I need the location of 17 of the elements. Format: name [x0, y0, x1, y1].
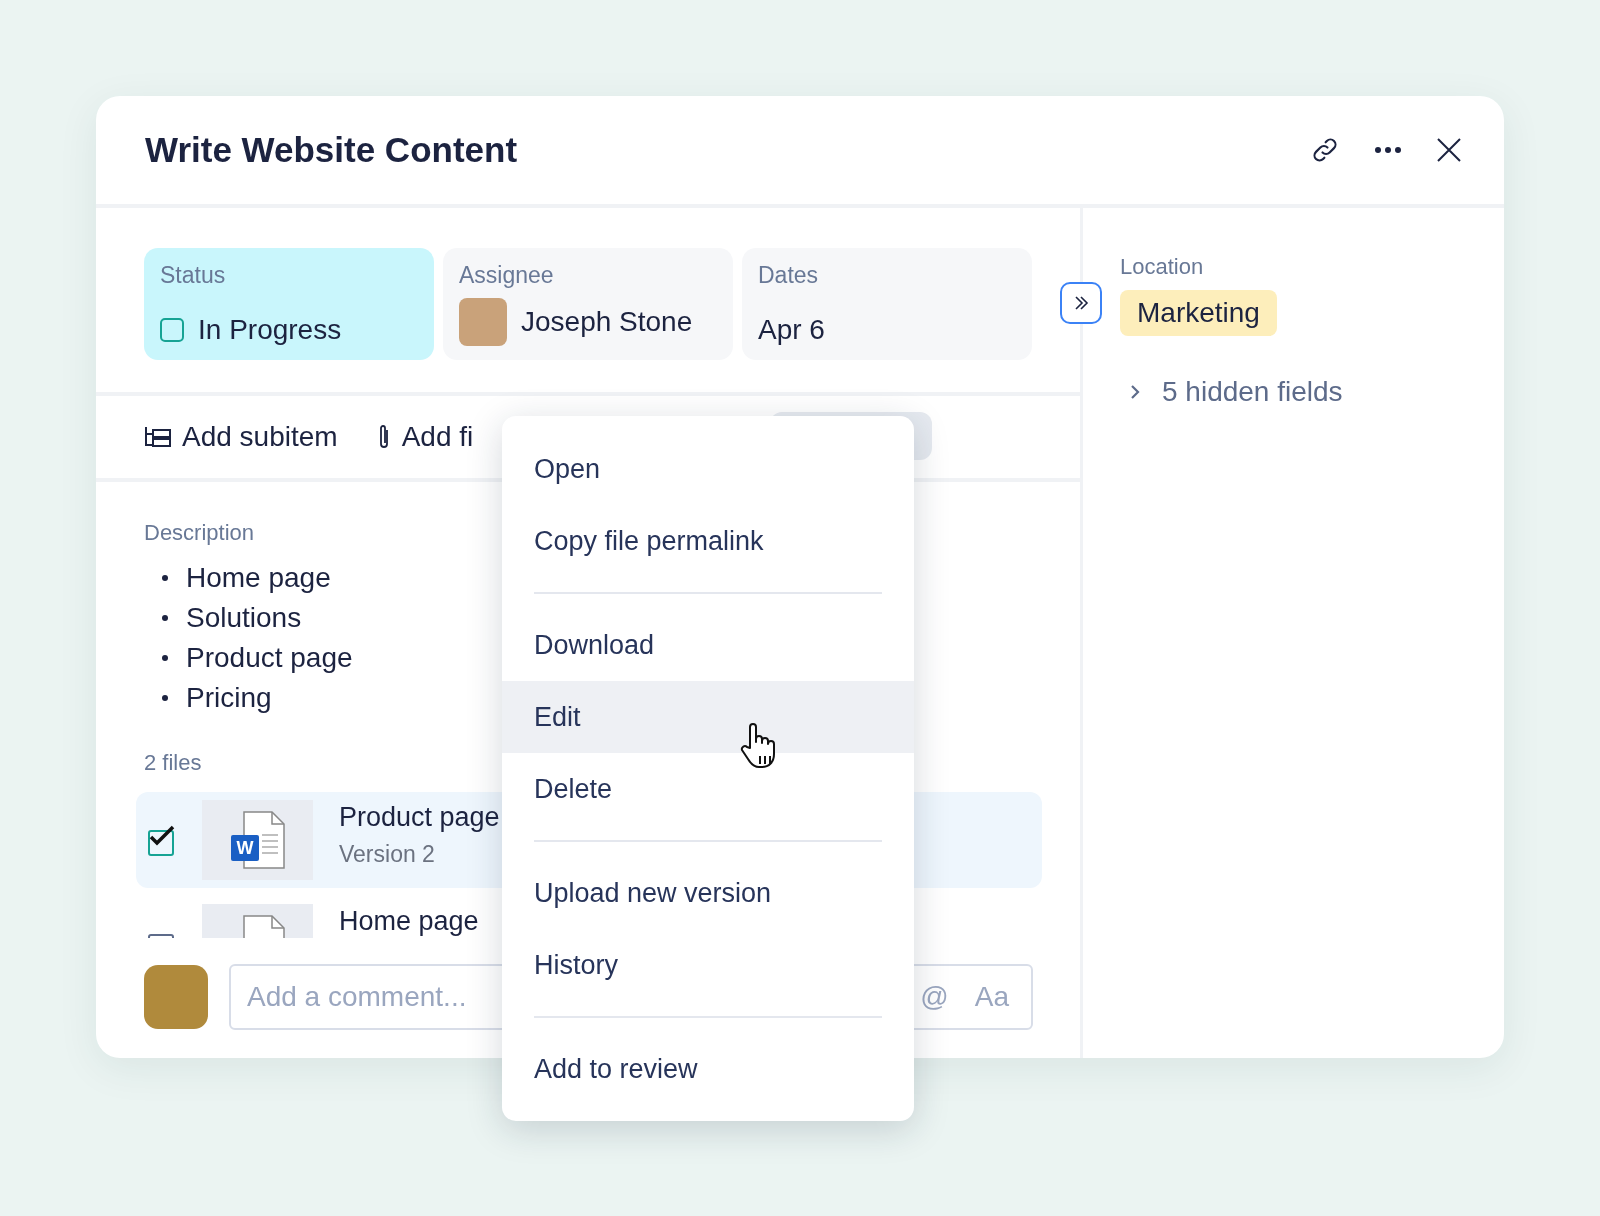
list-item: Product page	[186, 642, 353, 674]
section-label: Description	[144, 520, 255, 546]
file-name: Product page	[339, 802, 500, 833]
file-name: Home page	[339, 906, 479, 937]
field-value: Apr 6	[758, 314, 825, 346]
list-item: Home page	[186, 562, 331, 594]
list-item: Solutions	[186, 602, 302, 634]
field-label: Location	[1120, 254, 1204, 280]
files-count: 2 files	[144, 750, 202, 776]
file-version: Version 2	[339, 841, 436, 868]
field-value: In Progress	[198, 314, 342, 346]
field-value: Joseph Stone	[521, 306, 693, 338]
list-item: Pricing	[186, 682, 272, 714]
dialog-title: Write Website Content	[145, 130, 518, 170]
field-label: Assignee	[459, 262, 555, 289]
field-label: Dates	[758, 262, 820, 289]
field-label: Status	[160, 262, 227, 289]
